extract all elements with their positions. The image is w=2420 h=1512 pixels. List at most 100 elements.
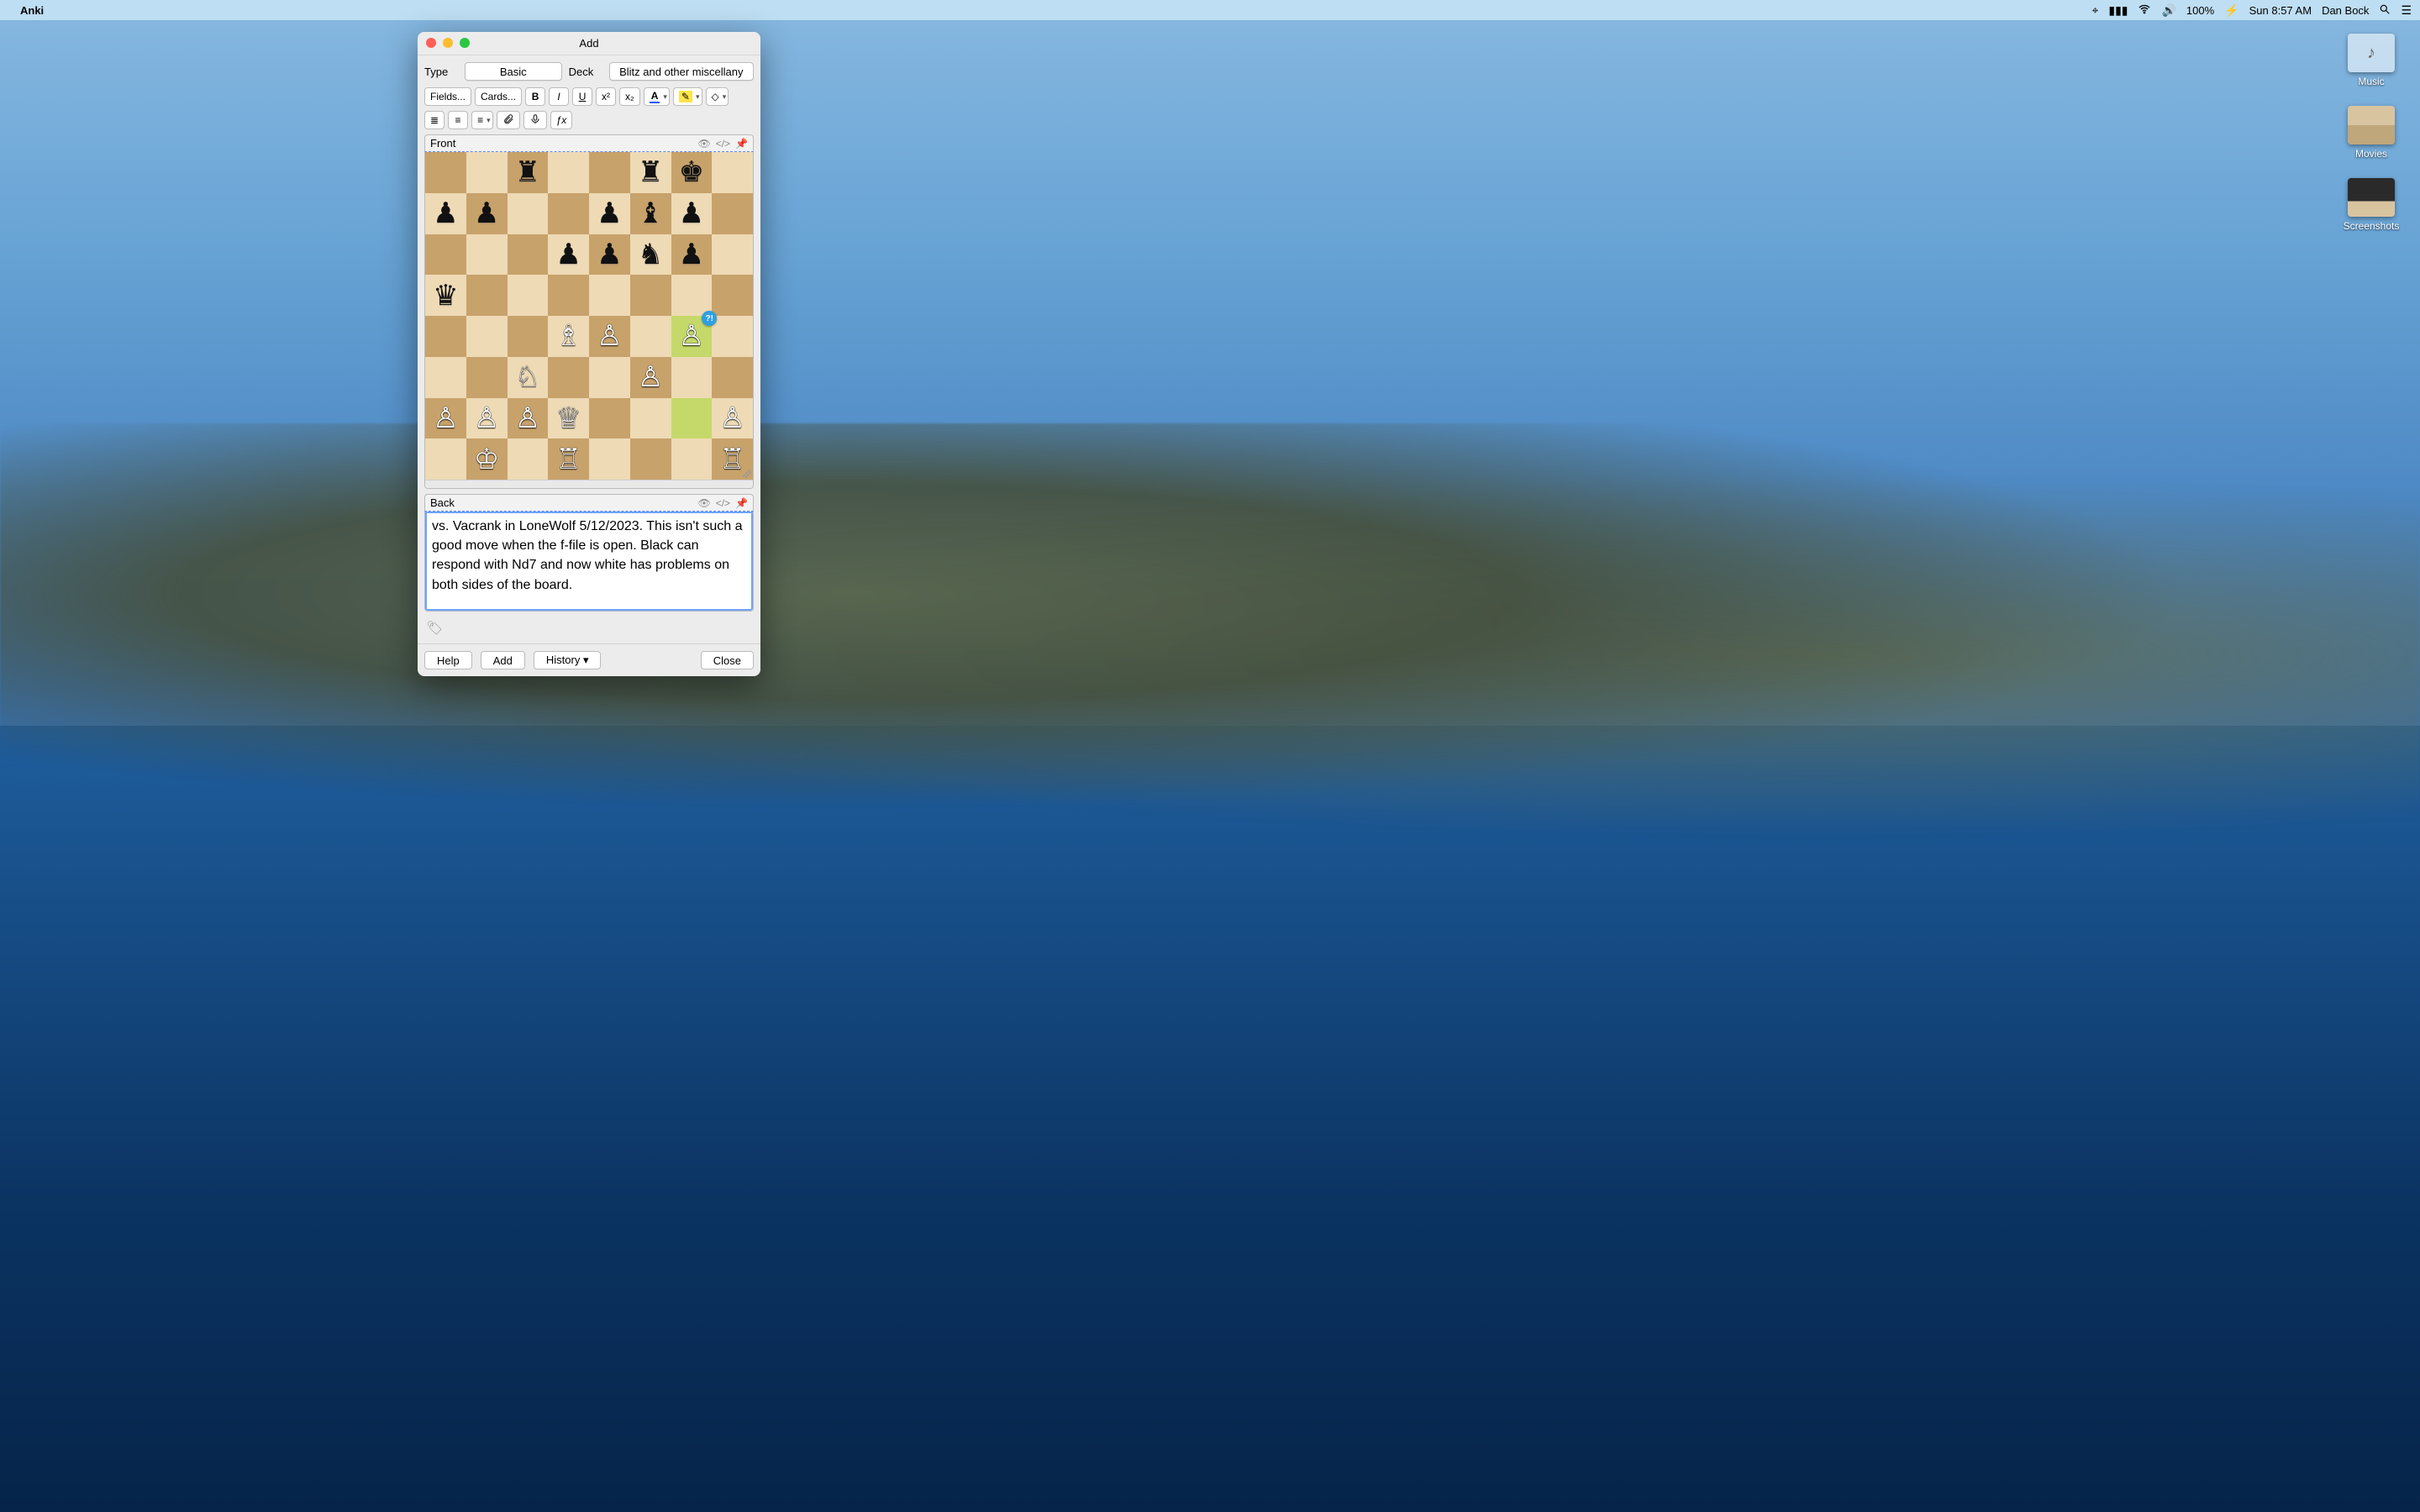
chess-piece: ♟: [679, 199, 704, 228]
chess-board: ♜♜♚♟♟♟♝♟♟♟♞♟♛♗♙♙?!♘♙♙♙♙♕♙♔♖♖: [425, 152, 753, 480]
board-square-h5: [712, 275, 753, 316]
macos-menubar: Anki ⌖ ▮▮▮ 🔊 100% ⚡ Sun 8:57 AM Dan Bock…: [0, 0, 2420, 20]
clock[interactable]: Sun 8:57 AM: [2249, 4, 2312, 17]
window-minimize-button[interactable]: [443, 38, 453, 48]
alignment-button[interactable]: ≡▾: [471, 111, 493, 129]
chess-piece: ♙: [638, 363, 663, 391]
ordered-list-button[interactable]: ≡: [448, 111, 468, 129]
board-square-d3: [548, 357, 589, 398]
board-square-h8: [712, 152, 753, 193]
equation-button[interactable]: ƒx: [550, 111, 573, 129]
history-button[interactable]: History ▾: [534, 651, 602, 669]
add-button[interactable]: Add: [481, 651, 525, 669]
board-square-f6: ♞: [630, 234, 671, 276]
clear-formatting-button[interactable]: ◇▾: [706, 87, 729, 106]
window-close-button[interactable]: [426, 38, 436, 48]
chess-piece: ♙: [474, 404, 499, 433]
spotlight-icon[interactable]: [2379, 3, 2391, 18]
board-square-d1: ♖: [548, 438, 589, 480]
control-center-icon[interactable]: ☰: [2401, 3, 2412, 18]
board-square-f7: ♝: [630, 193, 671, 234]
chess-piece: ♘: [515, 363, 540, 391]
board-square-d8: [548, 152, 589, 193]
front-field-scrollbar[interactable]: [425, 480, 753, 488]
window-titlebar[interactable]: Add: [418, 32, 760, 55]
tags-field[interactable]: 🏷: [424, 617, 754, 640]
board-square-h3: [712, 357, 753, 398]
toggle-sticky-icon[interactable]: 👁: [697, 138, 710, 150]
board-square-d5: [548, 275, 589, 316]
subscript-button[interactable]: x₂: [619, 87, 640, 106]
board-square-g5: [671, 275, 713, 316]
deck-selector[interactable]: Blitz and other miscellany: [609, 62, 754, 81]
board-square-e7: ♟: [589, 193, 630, 234]
wifi-icon[interactable]: [2138, 3, 2151, 18]
help-button[interactable]: Help: [424, 651, 472, 669]
toggle-sticky-icon[interactable]: 👁: [697, 497, 710, 509]
bold-button[interactable]: B: [525, 87, 545, 106]
board-square-c3: ♘: [508, 357, 549, 398]
board-square-f1: [630, 438, 671, 480]
tag-icon: 🏷: [426, 622, 443, 636]
chess-piece: ♙: [719, 404, 744, 433]
desktop-label: Movies: [2355, 148, 2387, 160]
underline-button[interactable]: U: [572, 87, 592, 106]
chess-piece: ♖: [719, 445, 744, 474]
movies-folder-icon: [2348, 106, 2395, 144]
desktop-folder-screenshots[interactable]: Screenshots: [2338, 178, 2405, 232]
anki-add-window: Add Type Basic Deck Blitz and other misc…: [418, 32, 760, 676]
board-square-f3: ♙: [630, 357, 671, 398]
board-square-g8: ♚: [671, 152, 713, 193]
board-square-c5: [508, 275, 549, 316]
cards-button[interactable]: Cards...: [475, 87, 522, 106]
front-field-label: Front: [430, 137, 455, 150]
highlight-button[interactable]: ✎▾: [673, 87, 702, 106]
attach-button[interactable]: [497, 111, 520, 129]
chess-piece: ♟: [679, 240, 704, 269]
chess-piece: ♞: [638, 240, 663, 269]
menubar-extra-icon[interactable]: ⌖: [2091, 3, 2098, 18]
board-square-b7: ♟: [466, 193, 508, 234]
italic-button[interactable]: I: [549, 87, 569, 106]
pin-icon[interactable]: 📌: [735, 138, 748, 150]
board-square-g1: [671, 438, 713, 480]
chess-piece: ♔: [474, 445, 499, 474]
chess-piece: ♜: [638, 158, 663, 186]
window-zoom-button[interactable]: [460, 38, 470, 48]
fields-button[interactable]: Fields...: [424, 87, 471, 106]
app-menu[interactable]: Anki: [20, 4, 44, 17]
desktop-label: Music: [2358, 76, 2384, 87]
superscript-button[interactable]: x²: [596, 87, 616, 106]
back-field-editor[interactable]: vs. Vacrank in LoneWolf 5/12/2023. This …: [424, 511, 754, 612]
board-square-h7: [712, 193, 753, 234]
close-button[interactable]: Close: [701, 651, 754, 669]
pin-icon[interactable]: 📌: [735, 497, 748, 509]
toggle-html-icon[interactable]: </>: [716, 497, 730, 509]
desktop-icons: ♪ Music Movies Screenshots: [2338, 34, 2405, 232]
board-square-a8: [425, 152, 466, 193]
battery-icon[interactable]: ▮▮▮: [2108, 3, 2128, 18]
board-square-e1: [589, 438, 630, 480]
board-square-h1: ♖: [712, 438, 753, 480]
volume-icon[interactable]: 🔊: [2161, 3, 2175, 18]
board-square-e5: [589, 275, 630, 316]
unordered-list-button[interactable]: ≣: [424, 111, 445, 129]
board-square-b4: [466, 316, 508, 357]
board-square-h6: [712, 234, 753, 276]
text-color-button[interactable]: A▾: [644, 87, 670, 106]
board-square-h4: [712, 316, 753, 357]
board-square-a1: [425, 438, 466, 480]
front-field-body[interactable]: ♜♜♚♟♟♟♝♟♟♟♞♟♛♗♙♙?!♘♙♙♙♙♕♙♔♖♖: [424, 151, 754, 489]
chess-piece: ♟: [555, 240, 581, 269]
desktop-folder-music[interactable]: ♪ Music: [2338, 34, 2405, 87]
board-square-f4: [630, 316, 671, 357]
board-square-a2: ♙: [425, 398, 466, 439]
back-field: Back 👁 </> 📌 vs. Vacrank in LoneWolf 5/1…: [424, 494, 754, 612]
record-audio-button[interactable]: [523, 111, 547, 129]
board-square-e2: [589, 398, 630, 439]
note-type-selector[interactable]: Basic: [465, 62, 562, 81]
user-name[interactable]: Dan Bock: [2322, 4, 2369, 17]
desktop-folder-movies[interactable]: Movies: [2338, 106, 2405, 160]
toggle-html-icon[interactable]: </>: [716, 138, 730, 150]
board-square-b3: [466, 357, 508, 398]
